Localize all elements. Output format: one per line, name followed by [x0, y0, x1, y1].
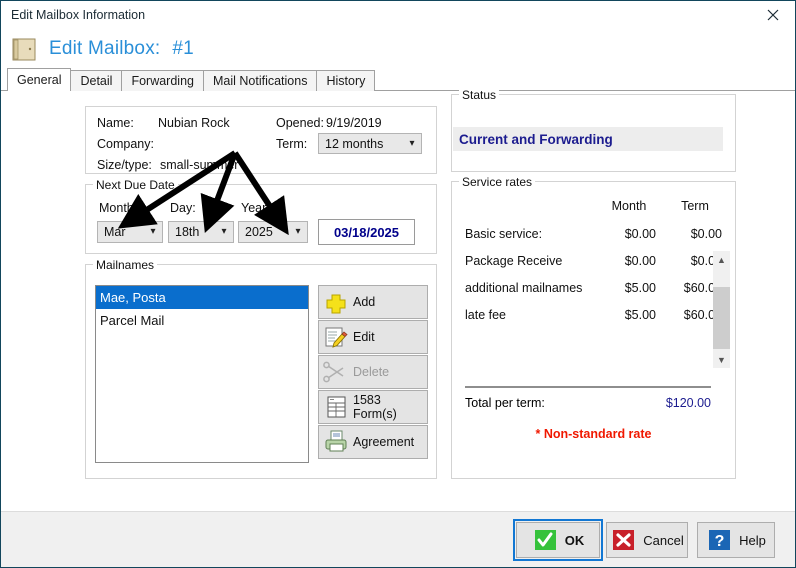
day-label: Day:: [170, 201, 196, 215]
day-dropdown-value: 18th: [175, 225, 200, 239]
cancel-button-label: Cancel: [643, 532, 684, 548]
printer-icon: [319, 429, 353, 455]
tab-forwarding[interactable]: Forwarding: [121, 70, 204, 91]
chevron-down-icon: ▾: [409, 137, 415, 149]
ok-button-label: OK: [564, 532, 585, 548]
chevron-down-icon: ▾: [295, 226, 301, 237]
term-dropdown[interactable]: 12 months ▾: [318, 133, 422, 154]
mailnames-legend: Mailnames: [93, 258, 158, 272]
nonstandard-rate-note: * Non-standard rate: [535, 427, 652, 441]
mailbox-number: #1: [172, 38, 194, 59]
next-due-date-legend: Next Due Date: [93, 178, 178, 192]
opened-value: 9/19/2019: [326, 116, 382, 130]
divider: [465, 386, 711, 388]
agreement-button[interactable]: Agreement: [318, 425, 428, 459]
check-icon: [532, 528, 558, 552]
table-row: Package Receive: [465, 254, 563, 268]
dialog-header: Edit Mailbox: #1: [1, 29, 795, 69]
table-row: $0.00: [690, 227, 722, 241]
mailnames-group: Mailnames Mae, Posta Parcel Mail Add Edi…: [85, 258, 437, 479]
table-row: $5.00: [624, 281, 656, 295]
page-title-text: Edit Mailbox:: [49, 38, 161, 59]
question-mark-icon: ?: [706, 528, 732, 552]
name-value: Nubian Rock: [158, 116, 230, 130]
list-item[interactable]: Parcel Mail: [96, 309, 308, 332]
add-button[interactable]: Add: [318, 285, 428, 319]
year-label: Year:: [241, 201, 270, 215]
plus-icon: [319, 289, 353, 315]
day-dropdown[interactable]: 18th ▾: [168, 221, 234, 243]
table-row: additional mailnames: [465, 281, 583, 295]
help-button[interactable]: ? Help: [697, 522, 775, 558]
pencil-note-icon: [319, 324, 353, 350]
title-bar: Edit Mailbox Information: [1, 1, 795, 29]
total-per-term-label: Total per term:: [465, 396, 545, 410]
year-dropdown-value: 2025: [245, 225, 273, 239]
next-due-date-display: 03/18/2025: [318, 219, 415, 245]
year-dropdown[interactable]: 2025 ▾: [238, 221, 308, 243]
table-row: Basic service:: [465, 227, 543, 241]
scrollbar-thumb[interactable]: [713, 287, 730, 349]
tab-strip: General Detail Forwarding Mail Notificat…: [1, 68, 795, 92]
delete-button: Delete: [318, 355, 428, 389]
term-label: Term:: [276, 137, 308, 151]
total-per-term-value: $120.00: [665, 396, 711, 410]
mailbox-info-group: Name: Nubian Rock Company: Size/type: sm…: [85, 106, 437, 174]
table-row: $5.00: [624, 308, 656, 322]
month-dropdown[interactable]: Mar ▾: [97, 221, 163, 243]
svg-text:?: ?: [715, 533, 725, 550]
chevron-down-icon: ▾: [221, 226, 227, 237]
cancel-button[interactable]: Cancel: [606, 522, 688, 558]
add-button-label: Add: [353, 295, 376, 309]
status-group: Status Current and Forwarding: [451, 88, 736, 172]
help-button-label: Help: [739, 532, 766, 548]
form-1583-button[interactable]: 1583 Form(s): [318, 390, 428, 424]
chevron-up-icon[interactable]: ▲: [713, 251, 730, 268]
table-row: $0.00: [624, 254, 656, 268]
rates-column-month: Month: [611, 199, 647, 213]
mailnames-list[interactable]: Mae, Posta Parcel Mail: [95, 285, 309, 463]
tab-detail[interactable]: Detail: [70, 70, 123, 91]
window-title: Edit Mailbox Information: [11, 8, 146, 22]
tab-general[interactable]: General: [7, 68, 72, 92]
list-item[interactable]: Mae, Posta: [96, 286, 308, 309]
term-dropdown-value: 12 months: [325, 136, 384, 151]
tab-mail-notifications[interactable]: Mail Notifications: [202, 70, 318, 91]
scissors-icon: [319, 359, 353, 385]
tab-panel-general: Name: Nubian Rock Company: Size/type: sm…: [1, 88, 795, 504]
chevron-down-icon[interactable]: ▼: [713, 351, 730, 368]
table-row: $0.00: [624, 227, 656, 241]
status-badge: Current and Forwarding: [453, 127, 723, 151]
dialog-footer: OK Cancel ? Help: [1, 511, 795, 567]
delete-button-label: Delete: [353, 365, 390, 379]
name-label: Name:: [97, 116, 134, 130]
month-dropdown-value: Mar: [104, 225, 126, 239]
tab-history[interactable]: History: [316, 70, 376, 91]
status-legend: Status: [459, 88, 500, 102]
agreement-button-label: Agreement: [353, 435, 415, 449]
edit-button[interactable]: Edit: [318, 320, 428, 354]
company-label: Company:: [97, 137, 154, 151]
size-type-value: small-summer: [160, 158, 239, 172]
page-title: Edit Mailbox: #1: [49, 38, 194, 60]
mailbox-door-icon: [11, 36, 37, 62]
form-grid-icon: [319, 394, 353, 420]
edit-mailbox-dialog: Edit Mailbox Information Edit Mailbox: #1…: [0, 0, 796, 568]
next-due-date-group: Next Due Date Month: Mar ▾ Day: 18th ▾ Y…: [85, 178, 437, 254]
opened-label: Opened:: [276, 116, 324, 130]
month-label: Month:: [99, 201, 138, 215]
chevron-down-icon: ▾: [150, 226, 156, 237]
size-type-label: Size/type:: [97, 158, 152, 172]
service-rates-legend: Service rates: [459, 175, 536, 189]
rates-column-term: Term: [681, 199, 709, 213]
x-mark-icon: [610, 528, 636, 552]
table-row: late fee: [465, 308, 507, 322]
service-rates-group: Service rates Month Term Basic service: …: [451, 175, 736, 479]
close-icon[interactable]: [750, 1, 795, 28]
form-1583-button-label: 1583 Form(s): [353, 393, 397, 421]
edit-button-label: Edit: [353, 330, 375, 344]
ok-button[interactable]: OK: [513, 519, 603, 561]
service-rates-scrollbar[interactable]: ▲ ▼: [713, 251, 730, 368]
